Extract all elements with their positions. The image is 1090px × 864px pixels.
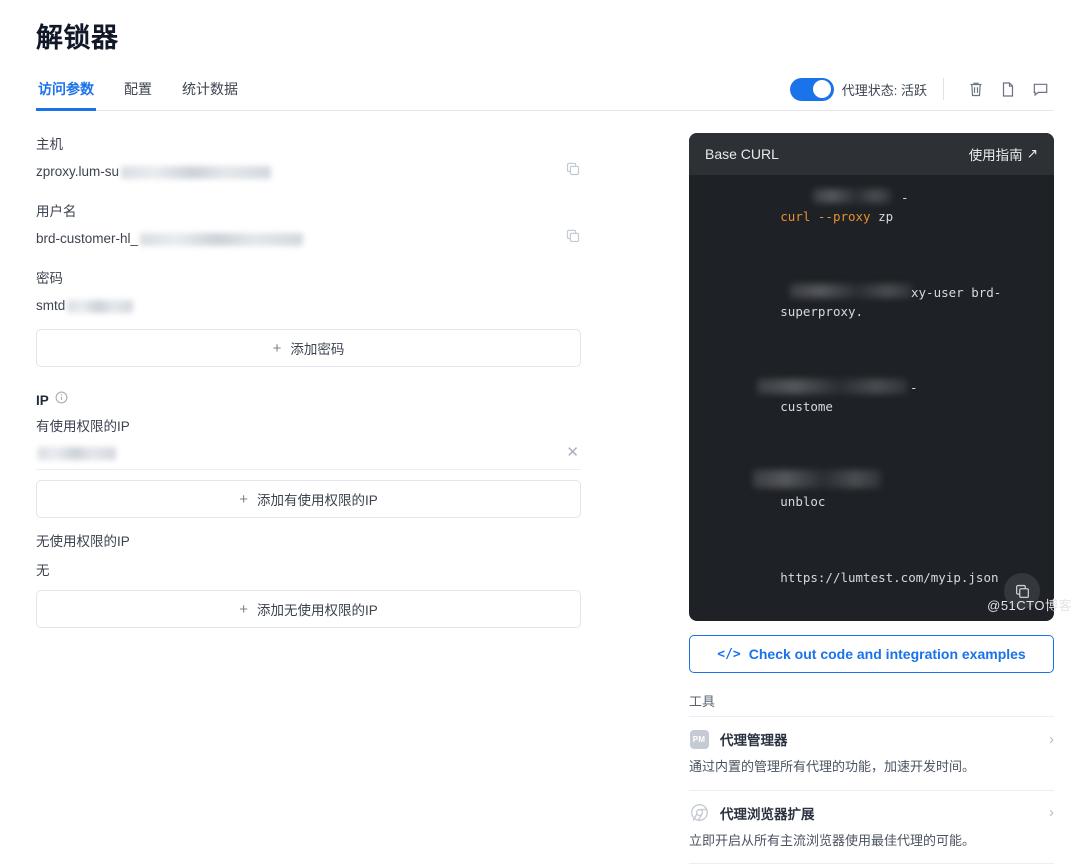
password-label: 密码: [36, 271, 63, 287]
denied-ip-value: 无: [36, 563, 50, 579]
page-title: 解锁器: [36, 23, 119, 53]
access-parameters-form: 主机 zproxy.lum-su 用户名 brd-customer-hl_ 密码…: [36, 111, 581, 629]
copy-host-icon[interactable]: [565, 161, 581, 182]
field-host: 主机 zproxy.lum-su: [36, 133, 581, 182]
remove-allowed-ip-icon[interactable]: ✕: [564, 445, 581, 460]
proxy-status-switch[interactable]: [789, 77, 834, 101]
password-value: smtd: [36, 297, 134, 313]
host-value-masked: [121, 166, 272, 180]
comment-icon[interactable]: [1026, 76, 1054, 102]
base-curl-header: Base CURL 使用指南 ↗: [689, 133, 1054, 176]
field-password: 密码 smtd: [36, 267, 581, 315]
password-value-text: smtd: [36, 297, 66, 313]
watermark: @51CTO博客: [987, 598, 1072, 613]
proxy-manager-icon-label: PM: [689, 729, 709, 749]
add-denied-ip-label: 添加无使用权限的IP: [257, 603, 378, 619]
info-icon[interactable]: [55, 391, 68, 409]
password-value-row: smtd: [36, 295, 581, 315]
code-line-1: curl --proxy zp -: [780, 189, 909, 225]
tab-access-parameters[interactable]: 访问参数: [36, 79, 96, 112]
code-line-2-tail: xy-user brd-: [911, 285, 1002, 301]
code-line-3: custome -: [705, 378, 1038, 473]
allowed-ip-masked: [38, 447, 116, 461]
page-header: 解锁器 访问参数 配置 统计数据 代理状态: 活跃: [0, 0, 1090, 112]
host-value-row: zproxy.lum-su: [36, 161, 581, 182]
code-line-2-rest: superproxy.: [780, 304, 864, 320]
switch-knob: [813, 80, 832, 99]
code-examples-label: Check out code and integration examples: [748, 646, 1026, 663]
password-value-masked: [67, 299, 134, 313]
delete-icon[interactable]: [962, 76, 990, 102]
browser-extension-description: 立即开启从所有主流浏览器使用最佳代理的可能。: [689, 832, 976, 848]
base-curl-code[interactable]: curl --proxy zp - superproxy. xy-user br…: [689, 175, 1054, 621]
add-password-button[interactable]: + 添加密码: [36, 329, 581, 368]
add-denied-ip-button[interactable]: + 添加无使用权限的IP: [36, 590, 581, 629]
base-curl-card: Base CURL 使用指南 ↗ curl --proxy zp - super…: [689, 133, 1054, 622]
plus-icon: +: [272, 339, 282, 357]
page-content: 主机 zproxy.lum-su 用户名 brd-customer-hl_ 密码…: [0, 111, 1090, 864]
username-value-row: brd-customer-hl_: [36, 228, 581, 249]
base-curl-title: Base CURL: [705, 146, 779, 163]
code-masked-1: [813, 189, 891, 204]
plus-icon: +: [239, 490, 248, 508]
add-password-label: 添加密码: [290, 342, 345, 358]
denied-ip-label: 无使用权限的IP: [36, 534, 130, 550]
code-line-5-rest: https://lumtest.com/myip.json: [780, 570, 999, 586]
duplicate-icon[interactable]: [994, 76, 1022, 102]
allowed-ip-value: [36, 446, 116, 461]
header-actions: 代理状态: 活跃: [789, 76, 1054, 110]
ip-label: IP: [36, 392, 49, 408]
tab-bar: 访问参数 配置 统计数据: [36, 78, 240, 112]
browser-extension-name: 代理浏览器扩展: [720, 806, 815, 822]
tool-row[interactable]: PM 代理管理器 ›: [689, 729, 1054, 749]
host-value: zproxy.lum-su: [36, 164, 272, 180]
toolbar-divider: [943, 78, 944, 101]
copy-username-icon[interactable]: [565, 228, 581, 249]
header-toolbar-row: 访问参数 配置 统计数据 代理状态: 活跃: [36, 76, 1054, 112]
chevron-right-icon[interactable]: ›: [1049, 732, 1054, 747]
proxy-manager-icon: PM: [689, 729, 709, 749]
browser-extension-icon: [689, 803, 709, 823]
external-link-arrow-icon: ↗: [1026, 146, 1038, 162]
username-value: brd-customer-hl_: [36, 231, 304, 247]
ip-section-header: IP: [36, 391, 581, 409]
field-username: 用户名 brd-customer-hl_: [36, 200, 581, 249]
usage-guide-label: 使用指南: [968, 148, 1023, 164]
tools-section-title: 工具: [689, 694, 716, 710]
code-masked-3: [757, 379, 907, 395]
code-line-4-rest: unbloc: [780, 494, 826, 510]
tool-item-browser-extension[interactable]: 代理浏览器扩展 › 立即开启从所有主流浏览器使用最佳代理的可能。: [689, 789, 1054, 863]
add-allowed-ip-button[interactable]: + 添加有使用权限的IP: [36, 480, 581, 519]
add-allowed-ip-label: 添加有使用权限的IP: [257, 493, 378, 509]
chevron-right-icon[interactable]: ›: [1049, 805, 1054, 820]
plus-icon: +: [239, 600, 248, 618]
code-brackets-icon: </>: [717, 646, 741, 662]
code-line-4: unbloc: [705, 470, 1038, 549]
code-masked-4: [753, 470, 881, 489]
tab-configuration[interactable]: 配置: [122, 79, 154, 111]
code-line-1-rest: zp: [870, 209, 894, 225]
code-masked-2: [790, 284, 912, 299]
right-panel: Base CURL 使用指南 ↗ curl --proxy zp - super…: [689, 111, 1054, 864]
tab-statistics[interactable]: 统计数据: [180, 79, 240, 111]
proxy-status-toggle-group[interactable]: 代理状态: 活跃: [789, 77, 927, 101]
allowed-ip-label: 有使用权限的IP: [36, 419, 130, 435]
proxy-manager-description: 通过内置的管理所有代理的功能，加速开发时间。: [689, 759, 976, 775]
host-label: 主机: [36, 137, 63, 153]
proxy-status-label: 代理状态: 活跃: [841, 82, 927, 98]
code-line-2: superproxy. xy-user brd-: [705, 283, 1038, 378]
username-value-text: brd-customer-hl_: [36, 231, 139, 247]
code-line-3-rest: custome: [780, 399, 833, 415]
host-value-text: zproxy.lum-su: [36, 164, 120, 180]
allowed-ip-row: ✕: [36, 445, 581, 471]
usage-guide-link[interactable]: 使用指南 ↗: [969, 144, 1038, 164]
tool-item-proxy-manager[interactable]: PM 代理管理器 › 通过内置的管理所有代理的功能，加速开发时间。: [689, 716, 1054, 789]
code-keyword: curl --proxy: [780, 209, 871, 225]
proxy-manager-name: 代理管理器: [720, 733, 788, 749]
username-label: 用户名: [36, 204, 77, 220]
code-examples-button[interactable]: </> Check out code and integration examp…: [689, 635, 1054, 674]
username-value-masked: [140, 233, 304, 247]
tool-row[interactable]: 代理浏览器扩展 ›: [689, 803, 1054, 823]
